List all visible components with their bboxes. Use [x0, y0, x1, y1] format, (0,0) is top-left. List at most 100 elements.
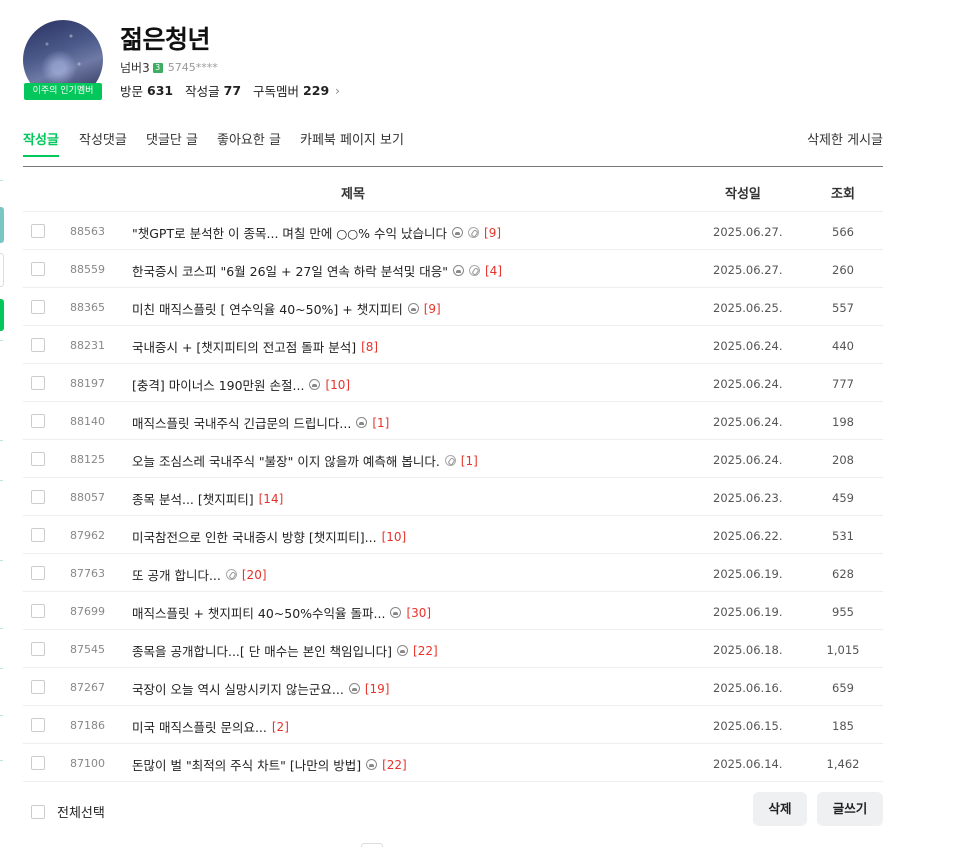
comment-count[interactable]: [4] [485, 264, 502, 278]
post-date: 2025.06.16. [713, 681, 783, 695]
row-checkbox[interactable] [31, 452, 45, 466]
row-checkbox[interactable] [31, 490, 45, 504]
row-checkbox[interactable] [31, 718, 45, 732]
select-all-checkbox[interactable] [31, 804, 45, 819]
comment-count[interactable]: [14] [259, 492, 284, 506]
comment-count[interactable]: [10] [325, 378, 350, 392]
view-count: 531 [832, 529, 854, 543]
post-title-link[interactable]: 종목 분석... [챗지피티] [132, 489, 254, 508]
chevron-right-icon[interactable]: › [335, 84, 340, 98]
post-date: 2025.06.15. [713, 719, 783, 733]
tab-liked-posts[interactable]: 좋아요한 글 [217, 129, 281, 155]
post-title-cell: 종목을 공개합니다...[ 단 매수는 본인 책임입니다] [22] [132, 641, 692, 660]
delete-button[interactable]: 삭제 [753, 792, 807, 826]
comment-count[interactable]: [1] [461, 454, 478, 468]
comment-count[interactable]: [10] [382, 530, 407, 544]
deleted-posts-link[interactable]: 삭제한 게시글 [807, 129, 883, 148]
row-checkbox[interactable] [31, 642, 45, 656]
post-number: 88057 [70, 491, 105, 504]
post-title-cell: 미국 매직스플릿 문의요... [2] [132, 717, 692, 736]
write-button[interactable]: 글쓰기 [817, 792, 883, 826]
table-row: 87962 미국참전으로 인한 국내증시 방향 [챗지피티]... [10] 2025… [23, 516, 883, 554]
view-count: 1,462 [826, 757, 860, 771]
image-attachment-icon [356, 417, 368, 428]
left-panel-fragment [0, 253, 4, 287]
post-title-link[interactable]: [충격] 마이너스 190만원 손절... [132, 375, 304, 394]
tab-my-posts[interactable]: 작성글 [23, 129, 59, 157]
stat-posts-label: 작성글 [185, 84, 220, 99]
post-title-link[interactable]: 종목을 공개합니다...[ 단 매수는 본인 책임입니다] [132, 641, 392, 660]
comment-count[interactable]: [20] [242, 568, 267, 582]
comment-count[interactable]: [19] [365, 682, 390, 696]
tab-commented-posts[interactable]: 댓글단 글 [146, 129, 198, 155]
comment-count[interactable]: [8] [361, 340, 378, 354]
post-title-link[interactable]: 미국참전으로 인한 국내증시 방향 [챗지피티]... [132, 527, 377, 546]
post-title-link[interactable]: 매직스플릿 + 챗지피티 40~50%수익율 돌파... [132, 603, 385, 622]
table-row: 88057 종목 분석... [챗지피티] [14] 2025.06.23. 459 [23, 478, 883, 516]
nickname: 젊은청년 [120, 25, 211, 54]
row-checkbox[interactable] [31, 262, 45, 276]
posts-table: 제목 작성일 조회 88563 "챗GPT로 분석한 이 종목... 며칠 만에 … [23, 166, 883, 782]
row-checkbox[interactable] [31, 528, 45, 542]
stat-subscribers-value[interactable]: 229 [303, 83, 329, 98]
row-checkbox[interactable] [31, 756, 45, 770]
comment-count[interactable]: [9] [424, 302, 441, 316]
post-title-cell: 또 공개 합니다... [20] [132, 565, 692, 584]
post-title-link[interactable]: 오늘 조심스레 국내주식 "불장" 이지 않을까 예측해 봅니다. [132, 451, 440, 470]
comment-count[interactable]: [22] [382, 758, 407, 772]
post-number: 87186 [70, 719, 105, 732]
post-number: 88559 [70, 263, 105, 276]
tab-cafebook[interactable]: 카페북 페이지 보기 [300, 129, 404, 155]
post-title-cell: 한국증시 코스피 "6월 26일 + 27일 연속 하락 분석및 대응" [4] [132, 261, 692, 280]
row-checkbox[interactable] [31, 566, 45, 580]
post-title-link[interactable]: 매직스플릿 국내주식 긴급문의 드립니다... [132, 413, 351, 432]
select-all[interactable]: 전체선택 [31, 802, 105, 821]
post-title-cell: [충격] 마이너스 190만원 손절... [10] [132, 375, 692, 394]
edge-tick [0, 560, 3, 561]
row-checkbox[interactable] [31, 338, 45, 352]
member-id: 5745**** [167, 61, 218, 74]
comment-count[interactable]: [30] [406, 606, 431, 620]
table-row: 88563 "챗GPT로 분석한 이 종목... 며칠 만에 ○○% 수익 났습니… [23, 212, 883, 250]
row-checkbox[interactable] [31, 414, 45, 428]
comment-count[interactable]: [22] [413, 644, 438, 658]
image-attachment-icon [348, 683, 360, 694]
comment-count[interactable]: [2] [272, 720, 289, 734]
comment-count[interactable]: [9] [484, 226, 501, 240]
post-title-link[interactable]: 또 공개 합니다... [132, 565, 221, 584]
table-row: 87763 또 공개 합니다... [20] 2025.06.19. 628 [23, 554, 883, 592]
post-number: 87100 [70, 757, 105, 770]
post-title-link[interactable]: 한국증시 코스피 "6월 26일 + 27일 연속 하락 분석및 대응" [132, 261, 448, 280]
post-title-cell: 종목 분석... [챗지피티] [14] [132, 489, 692, 508]
post-title-link[interactable]: 국장이 오늘 역시 실망시키지 않는군요... [132, 679, 344, 698]
row-checkbox[interactable] [31, 604, 45, 618]
row-checkbox[interactable] [31, 224, 45, 238]
post-number: 88231 [70, 339, 105, 352]
level-icon: 3 [152, 62, 163, 73]
post-title-link[interactable]: 돈많이 벌 "최적의 주식 차트" [나만의 방법] [132, 755, 361, 774]
post-date: 2025.06.19. [713, 567, 783, 581]
header-views: 조회 [831, 187, 855, 202]
post-title-link[interactable]: "챗GPT로 분석한 이 종목... 며칠 만에 ○○% 수익 났습니다 [132, 223, 447, 242]
edge-tick [0, 715, 3, 716]
table-row: 88140 매직스플릿 국내주식 긴급문의 드립니다... [1] 2025.06.2… [23, 402, 883, 440]
table-row: 87186 미국 매직스플릿 문의요... [2] 2025.06.15. 185 [23, 706, 883, 744]
post-title-cell: 미국참전으로 인한 국내증시 방향 [챗지피티]... [10] [132, 527, 692, 546]
post-date: 2025.06.14. [713, 757, 783, 771]
row-checkbox[interactable] [31, 680, 45, 694]
post-title-link[interactable]: 미친 매직스플릿 [ 연수익율 40~50%] + 챗지피티 [132, 299, 403, 318]
view-count: 659 [832, 681, 854, 695]
row-checkbox[interactable] [31, 376, 45, 390]
comment-count[interactable]: [1] [372, 416, 389, 430]
header-date: 작성일 [725, 187, 761, 202]
post-date: 2025.06.25. [713, 301, 783, 315]
stat-subscribers-label[interactable]: 구독멤버 [253, 81, 299, 100]
post-title-link[interactable]: 국내증시 + [챗지피티의 전고점 돌파 분석] [132, 337, 356, 356]
view-count: 777 [832, 377, 854, 391]
post-title-link[interactable]: 미국 매직스플릿 문의요... [132, 717, 267, 736]
edge-tick [0, 628, 3, 629]
table-row: 87699 매직스플릿 + 챗지피티 40~50%수익율 돌파... [30] 202… [23, 592, 883, 630]
row-checkbox[interactable] [31, 300, 45, 314]
tab-my-comments[interactable]: 작성댓글 [79, 129, 127, 155]
post-title-cell: 매직스플릿 국내주식 긴급문의 드립니다... [1] [132, 413, 692, 432]
